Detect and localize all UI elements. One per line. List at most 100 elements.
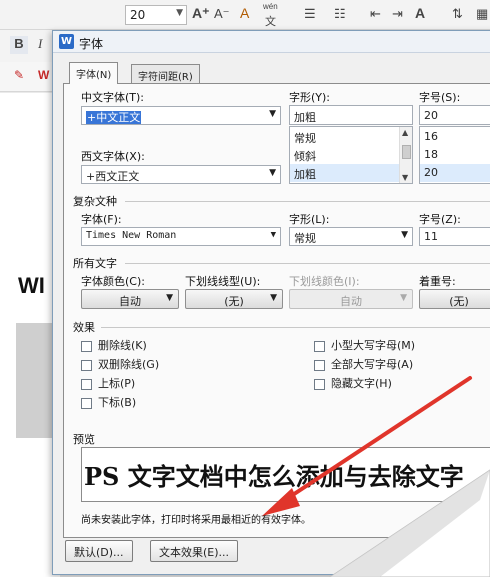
bullet-list-icon[interactable]: ☰ — [304, 6, 316, 22]
ribbon-toolbar: 20 ▼ A⁺ A⁻ A wén 文 ☰ ☷ ⇤ ⇥ A ⇅ ▦ — [0, 0, 490, 30]
superscript-checkbox[interactable]: 上标(P) — [81, 375, 135, 391]
grow-font-button[interactable]: A⁺ — [192, 5, 210, 22]
preview-section-title: 预览 — [73, 433, 95, 446]
table-icon[interactable]: ▦ — [476, 6, 488, 22]
checkbox-box[interactable] — [81, 378, 92, 390]
font-style-option[interactable]: 常规 — [290, 128, 412, 146]
complex-style-combo[interactable]: 常规 ▼ — [289, 227, 413, 246]
document-text: WI — [18, 273, 45, 298]
italic-button[interactable]: I — [38, 36, 42, 52]
section-divider — [125, 263, 490, 264]
western-font-label: 西文字体(X): — [81, 150, 145, 163]
chevron-down-icon: ▼ — [269, 109, 276, 119]
decrease-indent-icon[interactable]: ⇤ — [370, 6, 381, 22]
text-effect-button[interactable]: 文本效果(E)... — [150, 540, 239, 562]
chinese-font-label: 中文字体(T): — [81, 91, 145, 104]
double-strikethrough-checkbox[interactable]: 双删除线(G) — [81, 356, 159, 372]
small-caps-checkbox[interactable]: 小型大写字母(M) — [314, 337, 415, 353]
bold-button[interactable]: B — [10, 36, 28, 54]
all-caps-checkbox[interactable]: 全部大写字母(A) — [314, 356, 413, 372]
clear-format-button[interactable]: A — [240, 5, 249, 21]
chevron-down-icon: ▼ — [400, 293, 407, 303]
checkbox-label: 删除线(K) — [98, 339, 147, 352]
complex-style-label: 字形(L): — [289, 213, 330, 226]
complex-font-combo[interactable]: Times New Roman ▼ — [81, 227, 281, 246]
checkbox-label: 双删除线(G) — [98, 358, 160, 371]
scroll-down-icon[interactable]: ▼ — [402, 173, 408, 182]
checkbox-label: 下标(B) — [98, 396, 137, 409]
complex-font-value: Times New Roman — [86, 230, 177, 241]
chevron-down-icon: ▼ — [270, 230, 276, 240]
font-style-scrollbar[interactable]: ▲ ▼ — [399, 127, 412, 183]
wps-app-icon: W — [59, 34, 74, 49]
dialog-title: 字体 — [79, 37, 104, 51]
effects-section-title: 效果 — [73, 321, 95, 334]
all-text-section-title: 所有文字 — [73, 257, 117, 270]
font-size-option-selected[interactable]: 20 — [420, 164, 490, 182]
checkbox-box[interactable] — [81, 340, 92, 352]
text-effect-icon[interactable]: A — [415, 5, 425, 21]
font-style-option[interactable]: 倾斜 — [290, 146, 412, 164]
emphasis-mark-dropdown[interactable]: (无) — [419, 289, 490, 309]
font-size-option[interactable]: 18 — [420, 146, 490, 164]
strikethrough-checkbox[interactable]: 删除线(K) — [81, 337, 147, 353]
emphasis-mark-value: (无) — [449, 295, 469, 308]
format-toolbar: B I — [0, 30, 60, 62]
chevron-down-icon: ▼ — [166, 293, 173, 303]
emphasis-mark-label: 着重号: — [419, 275, 456, 288]
chinese-font-value: +中文正文 — [86, 111, 142, 124]
chevron-down-icon: ▼ — [270, 293, 277, 303]
font-size-input[interactable]: 20 — [419, 105, 490, 125]
complex-size-value: 11 — [424, 230, 438, 243]
font-size-list[interactable]: 16 18 20 — [419, 126, 490, 184]
underline-style-value: (无) — [224, 295, 244, 308]
dialog-titlebar[interactable]: W 字体 — [53, 31, 490, 53]
checkbox-box[interactable] — [314, 359, 325, 371]
subscript-checkbox[interactable]: 下标(B) — [81, 394, 136, 410]
numbered-list-icon[interactable]: ☷ — [334, 6, 346, 22]
complex-size-combo[interactable]: 11 — [419, 227, 490, 246]
font-size-value: 20 — [130, 8, 146, 22]
font-style-option-selected[interactable]: 加粗 — [290, 164, 400, 182]
sort-icon[interactable]: ⇅ — [452, 6, 463, 22]
section-divider — [125, 201, 490, 202]
checkbox-box[interactable] — [81, 359, 92, 371]
scroll-up-icon[interactable]: ▲ — [402, 128, 408, 137]
secondary-toolbar: ✎ W — [0, 62, 60, 92]
font-style-list[interactable]: 常规 倾斜 加粗 ▲ ▼ — [289, 126, 413, 184]
preview-text: PS 文字文档中怎么添加与去除文字 — [84, 462, 464, 491]
font-not-installed-note: 尚未安装此字体，打印时将采用最相近的有效字体。 — [81, 515, 311, 526]
underline-style-dropdown[interactable]: (无) ▼ — [185, 289, 283, 309]
chevron-down-icon: ▼ — [176, 8, 183, 18]
document-page[interactable]: WI — [0, 93, 60, 577]
increase-indent-icon[interactable]: ⇥ — [392, 6, 403, 22]
tab-character-spacing[interactable]: 字符间距(R) — [131, 64, 200, 84]
font-size-option[interactable]: 16 — [420, 128, 490, 146]
font-style-input[interactable]: 加粗 — [289, 105, 413, 125]
font-color-label: 字体颜色(C): — [81, 275, 145, 288]
font-color-dropdown[interactable]: 自动 ▼ — [81, 289, 179, 309]
checkbox-label: 全部大写字母(A) — [331, 358, 414, 371]
checkbox-box[interactable] — [314, 340, 325, 352]
hidden-text-checkbox[interactable]: 隐藏文字(H) — [314, 375, 392, 391]
font-color-value: 自动 — [119, 295, 141, 308]
shrink-font-button[interactable]: A⁻ — [214, 6, 230, 22]
complex-font-label: 字体(F): — [81, 213, 122, 226]
preview-box: PS 文字文档中怎么添加与去除文字 — [81, 447, 490, 502]
tab-font[interactable]: 字体(N) — [69, 62, 119, 84]
checkbox-label: 上标(P) — [98, 377, 136, 390]
complex-size-label: 字号(Z): — [419, 213, 461, 226]
wps-icon: W — [38, 68, 50, 82]
scroll-thumb[interactable] — [402, 145, 411, 159]
chevron-down-icon: ▼ — [401, 230, 408, 240]
chinese-font-combo[interactable]: +中文正文 ▼ — [81, 106, 281, 125]
checkbox-box[interactable] — [314, 378, 325, 390]
font-size-combo[interactable]: 20 ▼ — [125, 5, 187, 25]
font-style-label: 字形(Y): — [289, 91, 331, 104]
font-size-label: 字号(S): — [419, 91, 461, 104]
checkbox-box[interactable] — [81, 397, 92, 409]
default-button[interactable]: 默认(D)... — [65, 540, 133, 562]
phonetic-guide-button[interactable]: 文 — [265, 13, 276, 29]
format-painter-icon[interactable]: ✎ — [14, 68, 24, 82]
western-font-combo[interactable]: +西文正文 ▼ — [81, 165, 281, 184]
